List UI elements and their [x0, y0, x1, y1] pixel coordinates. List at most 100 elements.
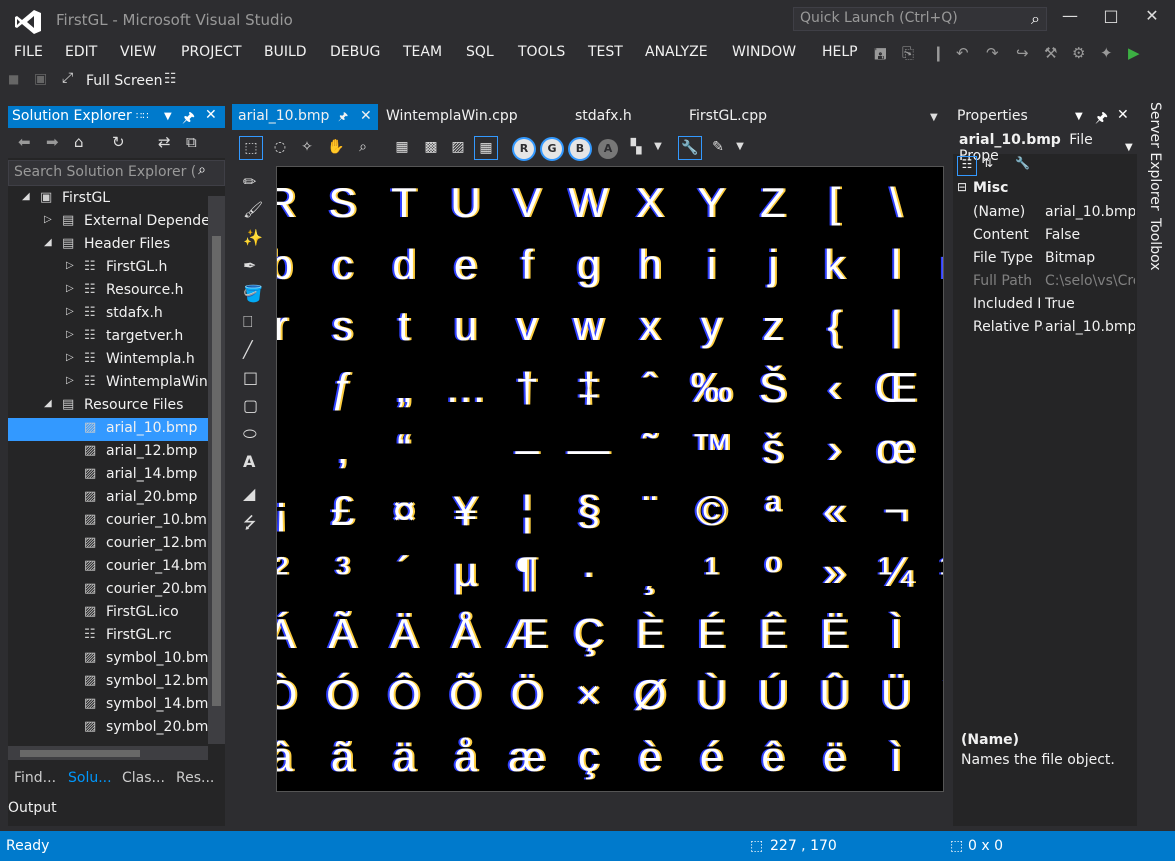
tree-item[interactable]: ▨ courier_12.bmp [8, 533, 208, 556]
collapsed-arrow-icon[interactable]: ▷ [44, 214, 52, 225]
tab-find[interactable]: Find... [14, 770, 56, 786]
tree-item[interactable]: ◢ ▣ FirstGL [8, 188, 208, 211]
tab-wintemplawin-cpp[interactable]: WintemplaWin.cpp [380, 104, 524, 130]
ellipse-icon[interactable]: ⬭ [243, 424, 257, 444]
tree-item[interactable]: ▨ symbol_20.bmp [8, 717, 208, 736]
property-row[interactable]: Included I True [953, 294, 1137, 317]
collapsed-arrow-icon[interactable]: ▷ [66, 352, 74, 363]
tree-item[interactable]: ▨ FirstGL.ico [8, 602, 208, 625]
alpha-channel-button[interactable]: A [598, 139, 618, 159]
dropdown-icon[interactable]: ▼ [164, 111, 172, 122]
property-value[interactable]: Bitmap [1045, 250, 1135, 266]
triangle-icon[interactable]: ◢ [243, 484, 255, 503]
collapsed-arrow-icon[interactable]: ▷ [66, 306, 74, 317]
maximize-button[interactable]: □ [1096, 6, 1126, 30]
menu-view[interactable]: VIEW [120, 44, 156, 60]
menu-build[interactable]: BUILD [264, 44, 307, 60]
menu-sql[interactable]: SQL [466, 44, 494, 60]
property-value[interactable]: False [1045, 227, 1135, 243]
tab-firstgl-cpp[interactable]: FirstGL.cpp [683, 104, 773, 130]
alphabetical-icon[interactable]: ⇅ [983, 156, 993, 170]
server-explorer-tab[interactable]: Server Explorer [1147, 102, 1163, 211]
tree-item[interactable]: ▨ courier_20.bmp [8, 579, 208, 602]
background-icon[interactable]: ▩ [419, 136, 443, 160]
text-icon[interactable]: A [243, 452, 255, 471]
tree-item[interactable]: ▷ ☷ WintemplaWin.h [8, 372, 208, 395]
settings-icon[interactable]: ⚙ [1072, 44, 1085, 62]
tree-item[interactable]: ▨ arial_14.bmp [8, 464, 208, 487]
menu-team[interactable]: TEAM [403, 44, 442, 60]
tree-item[interactable]: ▷ ☷ stdafx.h [8, 303, 208, 326]
tree-item[interactable]: ▨ arial_10.bmp [8, 418, 208, 441]
back-icon[interactable]: ⬅ [18, 133, 31, 151]
transparency-icon[interactable]: ▨ [446, 136, 470, 160]
eyedropper-icon[interactable]: ✒ [243, 256, 256, 275]
minimize-button[interactable]: — [1055, 6, 1085, 30]
menu-debug[interactable]: DEBUG [330, 44, 380, 60]
menu-analyze[interactable]: ANALYZE [645, 44, 708, 60]
connect-icon[interactable]: ✦ [1100, 44, 1113, 62]
red-channel-button[interactable]: R [514, 139, 534, 159]
brush-icon[interactable]: 🖌 [243, 200, 263, 219]
toolbox-icon[interactable]: ⚒ [1044, 44, 1057, 62]
magic-wand-icon[interactable]: ✧ [295, 136, 319, 160]
redo-icon[interactable]: ↷ [986, 44, 999, 62]
property-value[interactable]: C:\selo\vs\Cre [1045, 273, 1135, 289]
edit-icon[interactable]: ✎ [706, 136, 730, 160]
home-icon[interactable]: ⌂ [74, 133, 84, 151]
fullscreen-icon[interactable]: ⤢ [62, 70, 73, 86]
fill-icon[interactable]: 🪣 [243, 284, 263, 303]
categorized-icon[interactable]: ☷ [957, 156, 977, 176]
scroll-thumb[interactable] [20, 750, 140, 757]
rounded-rect-icon[interactable]: ▢ [243, 396, 258, 415]
grid-icon[interactable]: ▦ [474, 136, 498, 160]
close-panel-icon[interactable]: ✕ [205, 107, 217, 123]
save-all-icon[interactable]: 🖪 [874, 44, 887, 69]
run-icon[interactable]: ▶ [1128, 44, 1140, 62]
menu-project[interactable]: PROJECT [181, 44, 242, 60]
menu-edit[interactable]: EDIT [65, 44, 97, 60]
collapse-icon[interactable]: ⊟ [957, 180, 967, 194]
pin-icon[interactable]: 🖈 [338, 108, 348, 127]
dropdown-icon[interactable]: ▼ [1075, 111, 1083, 122]
property-value[interactable]: arial_10.bmp [1045, 319, 1135, 335]
step-icon[interactable]: ↪ [1016, 44, 1029, 62]
collapsed-arrow-icon[interactable]: ▷ [66, 260, 74, 271]
property-row[interactable]: Full Path C:\selo\vs\Cre [953, 271, 1137, 294]
tree-item[interactable]: ▷ ☷ FirstGL.h [8, 257, 208, 280]
tab-solution[interactable]: Solu... [68, 770, 112, 786]
property-row[interactable]: (Name) arial_10.bmp [953, 202, 1137, 225]
property-row[interactable]: File Type Bitmap [953, 248, 1137, 271]
undo-icon[interactable]: ↶ [956, 44, 969, 62]
bitmap-canvas[interactable]: RSTUVWXYZ [\] bcdefghi jklm rstuvwxyz {|} ƒ „ … †… [276, 166, 944, 792]
stop-icon[interactable]: ■ [8, 72, 19, 86]
collapsed-arrow-icon[interactable]: ▷ [66, 375, 74, 386]
tree-item[interactable]: ◢ ▤ Resource Files [8, 395, 208, 418]
expanded-arrow-icon[interactable]: ◢ [44, 398, 52, 409]
wrench-icon[interactable]: 🔧 [678, 136, 702, 160]
tab-resource[interactable]: Res... [176, 770, 214, 786]
screen-icon[interactable]: ▣ [34, 71, 47, 87]
menu-file[interactable]: FILE [14, 44, 43, 60]
tree-item[interactable]: ▨ courier_10.bmp [8, 510, 208, 533]
airbrush-icon[interactable]: ✨ [243, 228, 263, 247]
dropdown-icon[interactable]: ▼ [728, 136, 752, 160]
line-icon[interactable]: ╱ [243, 340, 253, 359]
tree-item[interactable]: ☷ FirstGL.rc [8, 625, 208, 648]
collapsed-arrow-icon[interactable]: ▷ [66, 329, 74, 340]
sync-icon[interactable]: ⇄ [158, 133, 171, 151]
rect-select-icon[interactable]: ⬚ [239, 136, 263, 160]
attach-icon[interactable]: ⎘ [902, 44, 914, 62]
horizontal-scrollbar[interactable] [8, 746, 208, 760]
tree-item[interactable]: ▨ symbol_14.bmp [8, 694, 208, 717]
tree-item[interactable]: ▨ courier_14.bmp [8, 556, 208, 579]
toolbox-tab[interactable]: Toolbox [1147, 218, 1163, 271]
tree-item[interactable]: ▨ arial_20.bmp [8, 487, 208, 510]
pin-icon[interactable]: 🖈 [1095, 107, 1108, 131]
properties-icon[interactable]: ☷ [164, 71, 177, 87]
history-icon[interactable]: ↻ [112, 133, 125, 151]
tree-item[interactable]: ▷ ☷ targetver.h [8, 326, 208, 349]
tree-item[interactable]: ▨ arial_12.bmp [8, 441, 208, 464]
menu-test[interactable]: TEST [588, 44, 623, 60]
close-tab-icon[interactable]: ✕ [360, 108, 372, 124]
